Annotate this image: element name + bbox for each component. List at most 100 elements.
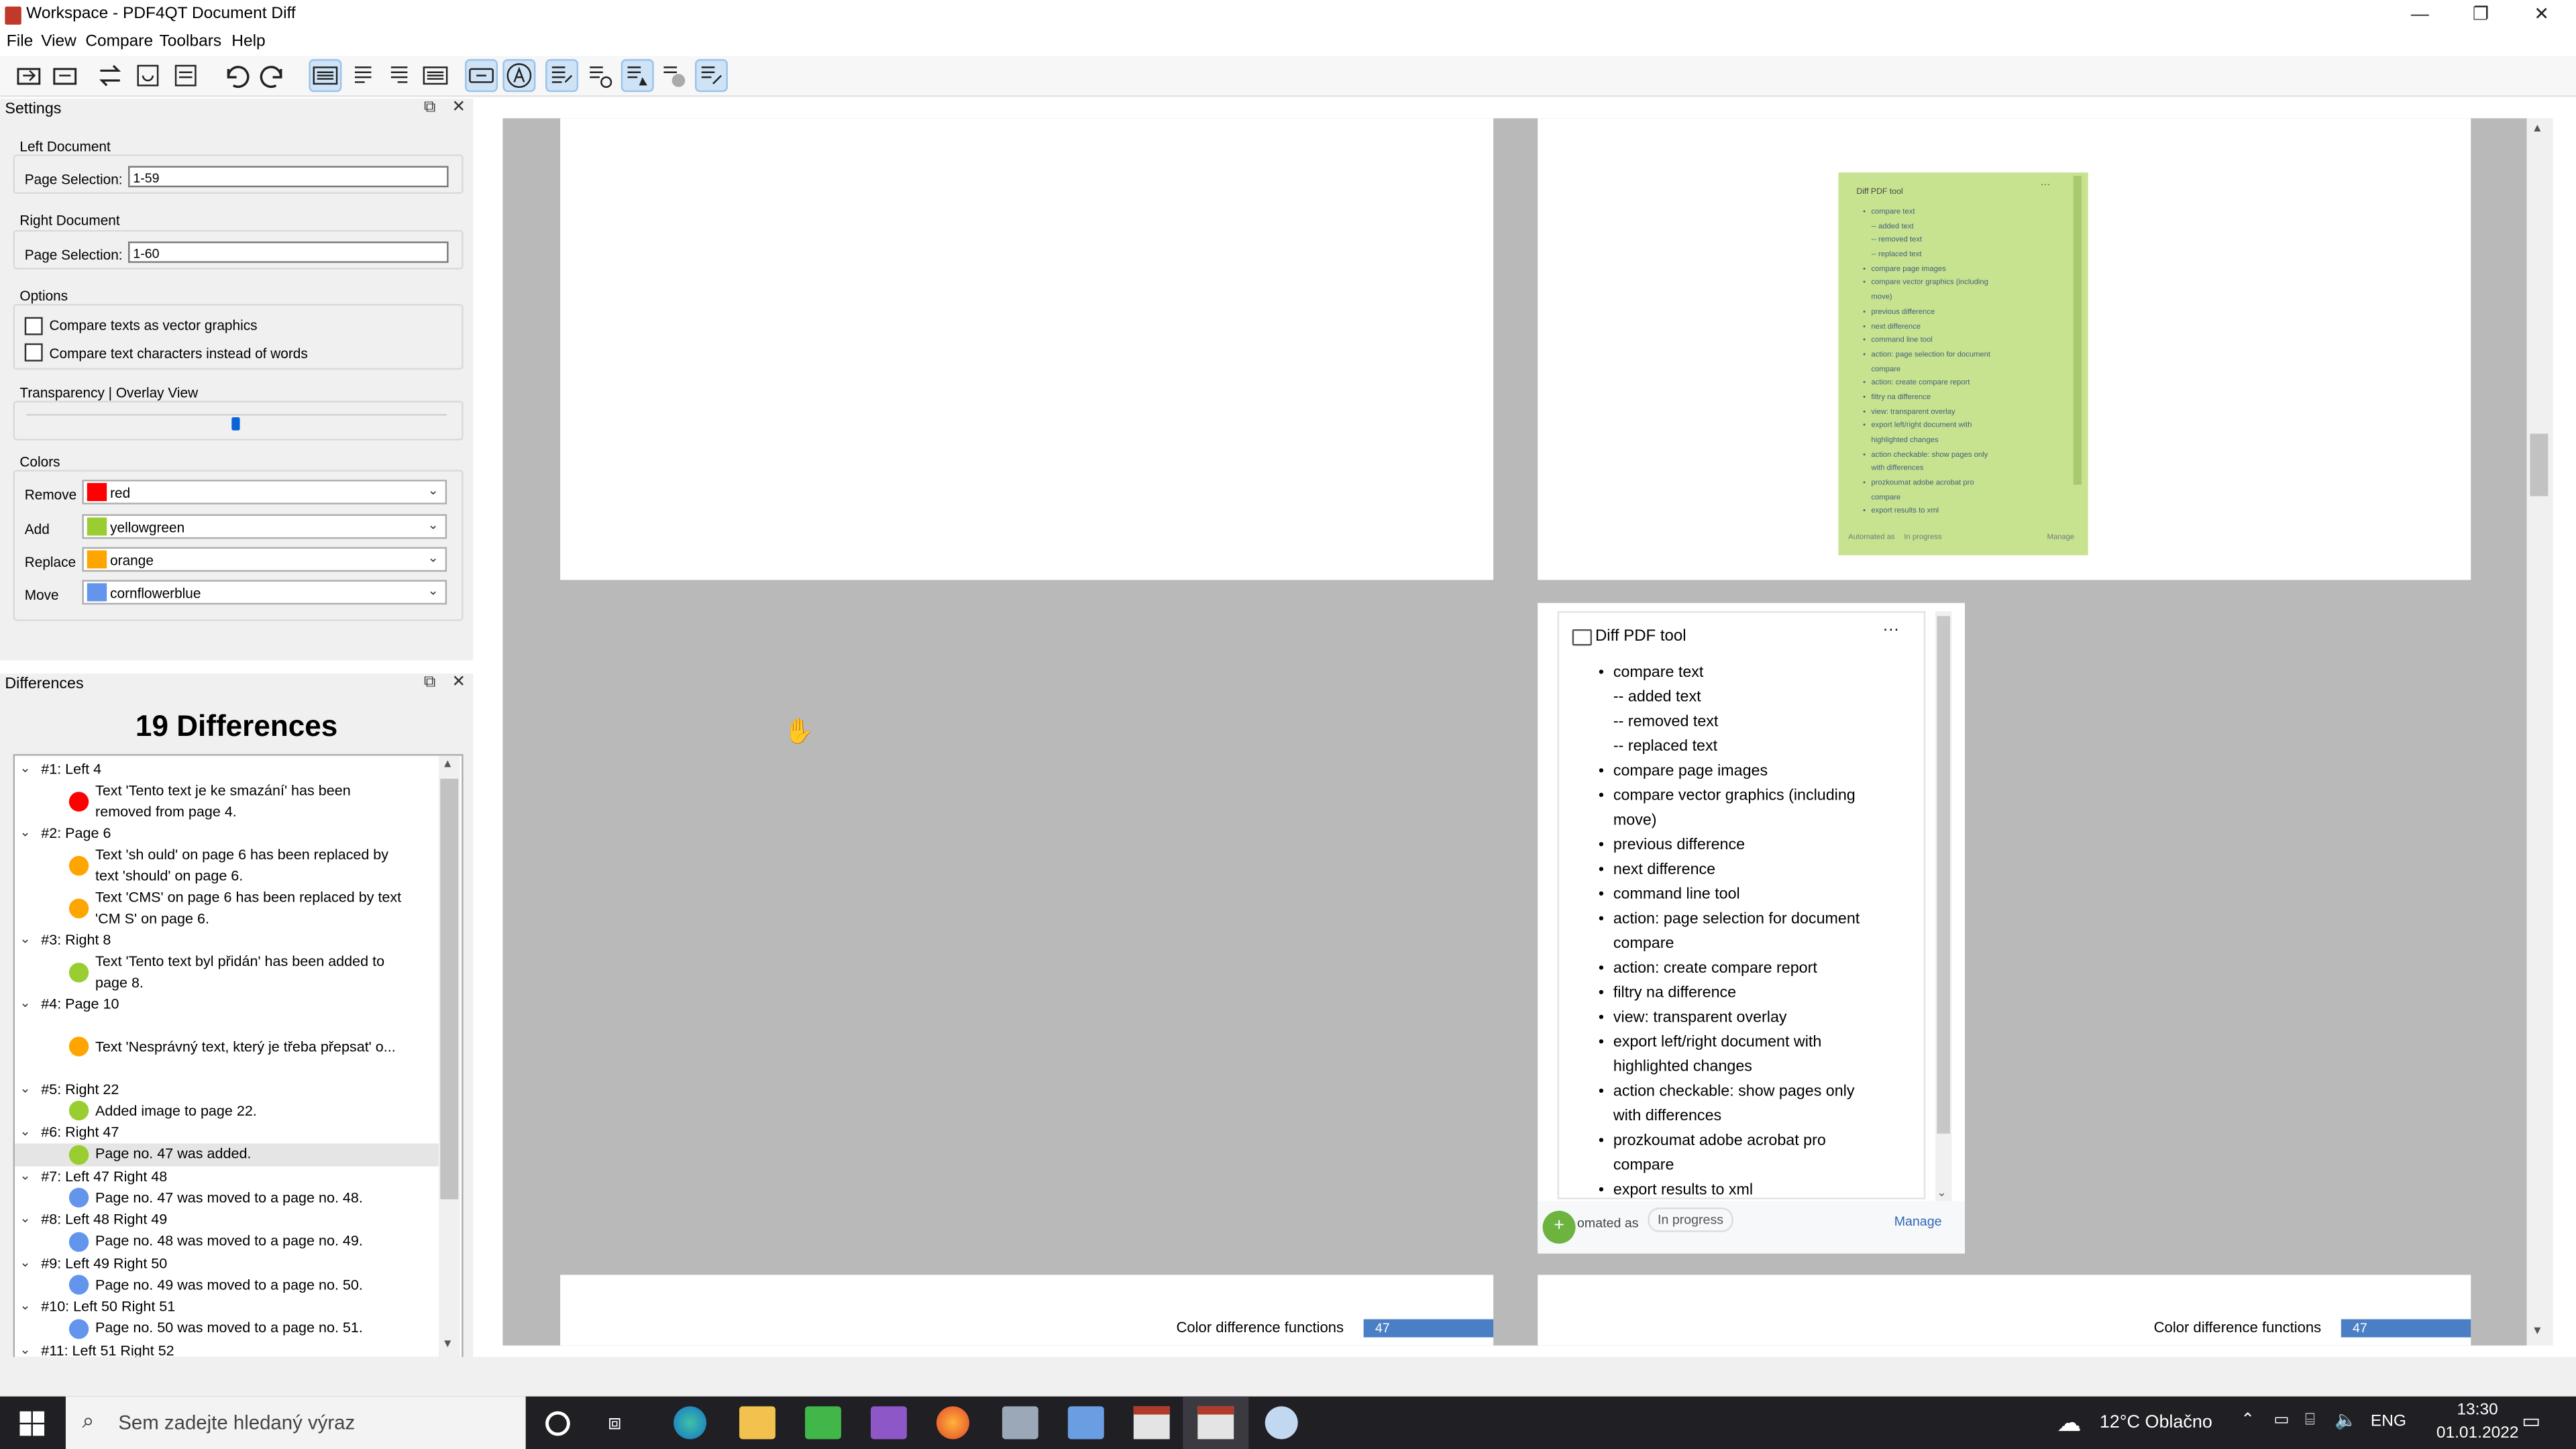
left-page-selection-input[interactable]: 1-59 [128, 166, 449, 188]
cortana-icon[interactable] [545, 1411, 570, 1436]
differences-tree[interactable]: ⌄ #1: Left 4 Text 'Tento text je ke smazán… [13, 754, 464, 1359]
volume-icon[interactable]: 🔈 [2334, 1409, 2357, 1431]
language-indicator[interactable]: ENG [2371, 1413, 2406, 1431]
transparency-slider-thumb[interactable] [231, 417, 239, 431]
menu-file[interactable]: File [7, 33, 33, 51]
add-icon[interactable]: + [1542, 1210, 1576, 1244]
maximize-button[interactable]: ❐ [2451, 0, 2510, 32]
difference-item[interactable]: Page no. 49 was moved to a page no. 50. [15, 1274, 439, 1296]
compare-icon[interactable] [133, 61, 162, 91]
difference-item[interactable]: Added image to page 22. [15, 1100, 439, 1122]
difference-item[interactable]: Page no. 48 was moved to a page no. 49. [15, 1230, 439, 1252]
scroll-up-icon[interactable]: ▲ [442, 759, 453, 770]
scroll-up-icon[interactable]: ▲ [2532, 123, 2543, 135]
chevron-down-icon[interactable]: ⌄ [19, 823, 30, 844]
tree-scrollbar[interactable]: ▲ ▼ [438, 755, 460, 1357]
difference-group[interactable]: ⌄ #3: Right 8 [15, 930, 439, 951]
manage-link[interactable]: Manage [1894, 1214, 1942, 1229]
text-characters-checkbox[interactable] [24, 343, 43, 362]
status-badge[interactable]: In progress [1648, 1208, 1733, 1232]
menu-toolbars[interactable]: Toolbars [160, 33, 222, 51]
view-right-icon[interactable] [384, 61, 414, 91]
viewer-scrollbar[interactable]: ▲ ▼ [2526, 118, 2553, 1346]
show-replaced-icon[interactable] [621, 59, 654, 93]
document-viewer[interactable]: Diff PDF tool ··· • compare text -- added … [502, 118, 2527, 1346]
edge-icon[interactable] [674, 1406, 707, 1440]
replace-color-combo[interactable]: orange ⌄ [82, 547, 447, 572]
chevron-up-icon[interactable]: ⌃ [2241, 1411, 2255, 1430]
card-scrollbar[interactable]: ⌄ [1935, 611, 1952, 1203]
show-added-icon[interactable] [585, 61, 614, 91]
scroll-down-icon[interactable]: ▼ [2532, 1326, 2543, 1337]
difference-group[interactable]: ⌄ #11: Left 51 Right 52 [15, 1340, 439, 1357]
close-window-button[interactable]: ✕ [2512, 0, 2571, 32]
undo-icon[interactable] [220, 61, 250, 91]
menu-help[interactable]: Help [231, 33, 265, 51]
synchronize-view-icon[interactable] [465, 59, 498, 93]
difference-item[interactable]: Text 'Tento text je ke smazání' has been… [15, 780, 439, 823]
swap-documents-icon[interactable] [95, 61, 125, 91]
filter-icon[interactable] [171, 61, 201, 91]
view-differences-icon[interactable] [309, 59, 342, 93]
file-explorer-icon[interactable] [739, 1406, 775, 1440]
float-icon[interactable]: ⧉ [424, 99, 435, 117]
minimize-button[interactable]: — [2390, 0, 2449, 32]
more-options-icon[interactable]: ··· [1883, 621, 1899, 639]
difference-group[interactable]: ⌄ #8: Left 48 Right 49 [15, 1209, 439, 1230]
difference-item[interactable]: Page no. 47 was moved to a page no. 48. [15, 1187, 439, 1209]
difference-item[interactable]: Text 'Nesprávný text, který je třeba pře… [15, 1015, 439, 1078]
menu-view[interactable]: View [41, 33, 76, 51]
difference-group[interactable]: ⌄ #1: Left 4 [15, 759, 439, 780]
open-left-icon[interactable] [15, 61, 44, 91]
chevron-down-icon[interactable]: ⌄ [19, 1209, 30, 1230]
visual-studio-icon[interactable] [870, 1406, 907, 1440]
difference-item[interactable]: Text 'sh ould' on page 6 has been replac… [15, 845, 439, 888]
close-icon[interactable]: ✕ [451, 674, 466, 692]
show-removed-icon[interactable] [545, 59, 579, 93]
float-icon[interactable]: ⧉ [424, 674, 435, 692]
difference-item[interactable]: Text 'Tento text byl přidán' has been ad… [15, 951, 439, 994]
difference-group[interactable]: ⌄ #5: Right 22 [15, 1079, 439, 1100]
show-page-diff-icon[interactable] [694, 59, 728, 93]
vector-graphics-checkbox[interactable] [24, 317, 43, 335]
scroll-down-icon[interactable]: ▼ [442, 1339, 453, 1350]
difference-group[interactable]: ⌄ #10: Left 50 Right 51 [15, 1296, 439, 1318]
difference-group[interactable]: ⌄ #2: Page 6 [15, 823, 439, 845]
task-view-icon[interactable]: ⧈ [608, 1409, 621, 1436]
view-overlay-icon[interactable] [421, 61, 450, 91]
difference-item[interactable]: Text 'CMS' on page 6 has been replaced b… [15, 887, 439, 930]
clock-date[interactable]: 01.01.2022 [2436, 1424, 2519, 1442]
pdf4qt-viewer-icon[interactable] [1133, 1406, 1170, 1440]
chevron-down-icon[interactable]: ⌄ [19, 1296, 30, 1317]
network-icon[interactable]: ⌸ [2305, 1411, 2315, 1430]
viewer-scrollbar-thumb[interactable] [2530, 433, 2548, 496]
remove-color-combo[interactable]: red ⌄ [82, 480, 447, 504]
difference-item[interactable]: Page no. 47 was added. [15, 1143, 439, 1166]
chevron-down-icon[interactable]: ⌄ [19, 1122, 30, 1143]
clock-time[interactable]: 13:30 [2436, 1401, 2518, 1419]
weather-text[interactable]: 12°C Oblačno [2100, 1413, 2212, 1432]
difference-group[interactable]: ⌄ #9: Left 49 Right 50 [15, 1252, 439, 1274]
open-right-icon[interactable] [51, 61, 80, 91]
view-left-icon[interactable] [348, 61, 378, 91]
chevron-down-icon[interactable]: ⌄ [19, 994, 30, 1015]
app-icon[interactable] [1002, 1406, 1038, 1440]
chevron-down-icon[interactable]: ⌄ [19, 930, 30, 951]
chevron-down-icon[interactable]: ⌄ [19, 1166, 30, 1187]
firefox-icon[interactable] [936, 1406, 969, 1440]
add-color-combo[interactable]: yellowgreen ⌄ [82, 514, 447, 539]
notepad-icon[interactable] [1067, 1406, 1104, 1440]
show-moved-icon[interactable] [659, 61, 688, 91]
move-color-combo[interactable]: cornflowerblue ⌄ [82, 580, 447, 605]
difference-group[interactable]: ⌄ #7: Left 47 Right 48 [15, 1166, 439, 1187]
paint-icon[interactable] [1265, 1406, 1298, 1440]
notifications-icon[interactable]: ▭ [2522, 1409, 2540, 1432]
taskbar-search-box[interactable]: ⌕ Sem zadejte hledaný výraz [65, 1396, 526, 1449]
redo-icon[interactable] [260, 61, 289, 91]
menu-compare[interactable]: Compare [85, 33, 153, 51]
difference-item[interactable]: Page no. 50 was moved to a page no. 51. [15, 1318, 439, 1340]
battery-icon[interactable]: ▭ [2273, 1411, 2289, 1430]
chevron-down-icon[interactable]: ⌄ [19, 1340, 30, 1357]
close-icon[interactable]: ✕ [451, 99, 466, 117]
right-page-selection-input[interactable]: 1-60 [128, 241, 449, 263]
